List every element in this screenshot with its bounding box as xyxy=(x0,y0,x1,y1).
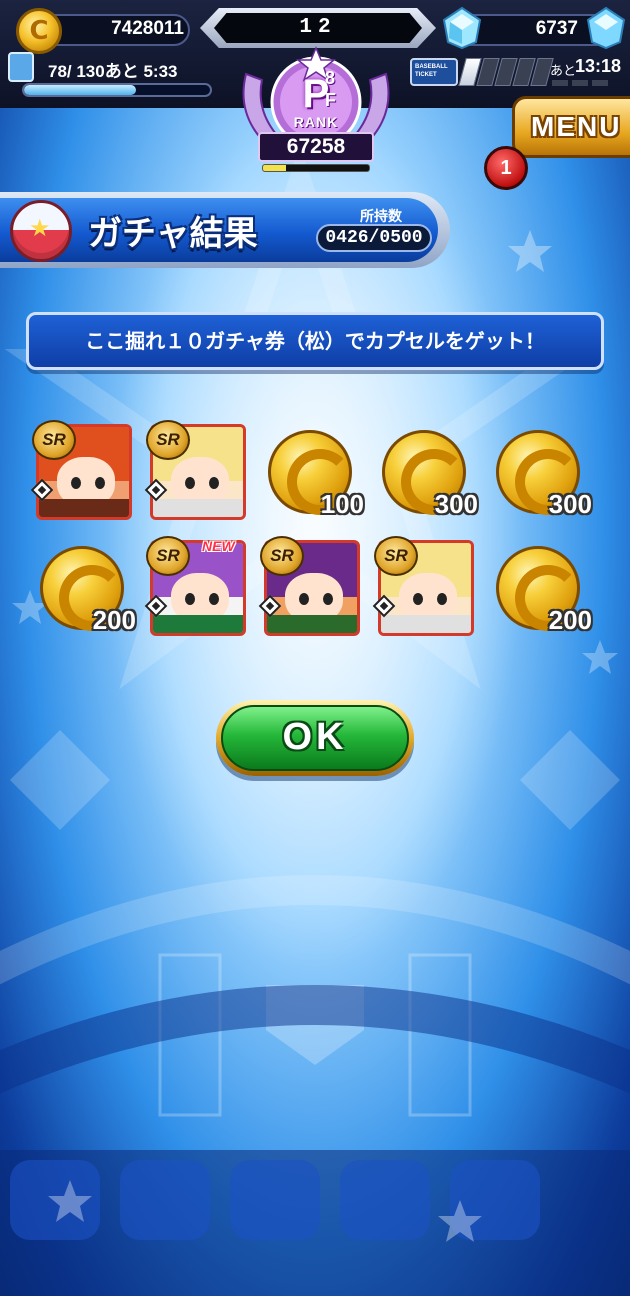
coin-reward-amount: 300 xyxy=(548,489,592,519)
rarity-badge: SR xyxy=(32,420,76,460)
rarity-badge: SR xyxy=(146,536,190,576)
event-character-card[interactable]: SR xyxy=(372,536,474,636)
rank-label: RANK xyxy=(293,114,339,130)
ok-button[interactable]: OK xyxy=(216,700,414,776)
event-character-card[interactable]: SR xyxy=(258,536,360,636)
stamina-recover: あと 5:33 xyxy=(104,62,178,81)
coin-value: 7428011 xyxy=(111,18,184,39)
ok-button-label: OK xyxy=(221,705,409,771)
rarity-badge: SR xyxy=(374,536,418,576)
stamina-bar-fill xyxy=(24,85,136,95)
rank-progress-bar xyxy=(262,164,370,172)
coin-reward[interactable]: 300 xyxy=(492,424,592,520)
ticket-recover-time: 13:18 xyxy=(575,56,622,76)
player-level: 12 xyxy=(214,13,422,43)
holding-label: 所持数 xyxy=(360,209,402,225)
coin-reward[interactable]: 200 xyxy=(36,540,136,636)
event-character-card[interactable]: SR NEW xyxy=(144,536,246,636)
event-character-card[interactable]: SR xyxy=(144,420,246,520)
gacha-results-grid: SR SR 100 300 300 200 SR NEW SR SR 200 xyxy=(30,420,596,640)
holding-count: 0426/0500 xyxy=(316,224,432,252)
stamina-icon xyxy=(8,52,34,82)
coin-reward[interactable]: 200 xyxy=(492,540,592,636)
coin-reward-amount: 200 xyxy=(548,605,592,635)
menu-button[interactable]: MENU xyxy=(512,96,630,158)
coin-reward-amount: 300 xyxy=(434,489,478,519)
coin-icon: C xyxy=(16,8,62,54)
add-gems-icon[interactable] xyxy=(586,6,626,50)
baseball-ticket-icon: BASEBALL TICKET xyxy=(410,58,458,86)
result-message: ここ掘れ１０ガチャ券（松）でカプセルをゲット！ xyxy=(26,312,604,370)
page-title: ガチャ結果 xyxy=(88,214,258,254)
ticket-gauge xyxy=(458,58,554,86)
rank-subscript: F xyxy=(325,90,336,110)
rarity-badge: SR xyxy=(146,420,190,460)
coin-reward[interactable]: 100 xyxy=(264,424,364,520)
notification-badge[interactable]: 1 xyxy=(484,146,528,190)
stamina-text: 78/ 130あと 5:33 xyxy=(48,57,177,82)
ticket-label-top: BASEBALL xyxy=(415,64,448,70)
star-icon: ★ xyxy=(29,214,51,242)
ticket-label-bottom: TICKET xyxy=(415,72,437,78)
rank-score: 67258 xyxy=(258,132,374,162)
stamina-bar xyxy=(22,83,212,97)
coin-reward-amount: 200 xyxy=(92,605,136,635)
gem-icon xyxy=(442,6,482,50)
ticket-recover-label: あと xyxy=(550,63,577,78)
coin-reward-amount: 100 xyxy=(320,489,364,519)
ticket-mini-gauge xyxy=(552,80,608,86)
stamina-value: 78/ 130 xyxy=(48,62,105,81)
new-badge: NEW xyxy=(202,538,235,554)
gem-value: 6737 xyxy=(535,18,578,39)
rank-letter: P xyxy=(302,72,330,116)
rank-superscript: 8 xyxy=(325,68,336,88)
coin-reward[interactable]: 300 xyxy=(378,424,478,520)
event-character-card[interactable]: SR xyxy=(30,420,132,520)
rarity-badge: SR xyxy=(260,536,304,576)
rank-progress-fill xyxy=(263,165,287,171)
